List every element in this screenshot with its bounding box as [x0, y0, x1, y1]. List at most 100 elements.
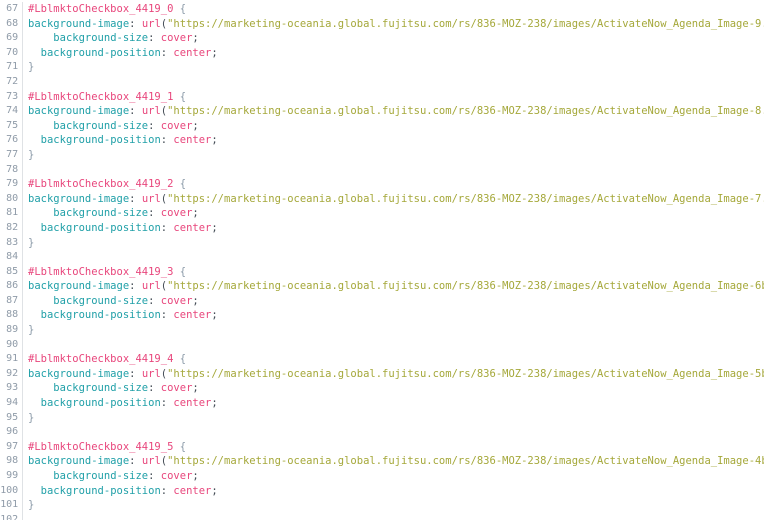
code-line-content[interactable]: } [23, 60, 764, 75]
code-line[interactable]: 78 [0, 162, 764, 178]
code-line-content[interactable]: } [23, 323, 764, 338]
code-line-content[interactable]: background-image: url("https://marketing… [23, 192, 764, 207]
line-number: 89 [6, 324, 18, 336]
code-token: background-size [53, 470, 149, 482]
line-number: 84 [6, 251, 18, 263]
code-line-content[interactable]: background-image: url("https://marketing… [23, 279, 764, 294]
code-line[interactable]: 88 background-position: center; [0, 308, 764, 324]
code-token: ; [211, 484, 218, 497]
code-line[interactable]: 74 background-image: url("https://marketi… [0, 104, 764, 119]
code-line[interactable]: 100 background-position: center; [0, 483, 764, 499]
code-token: { [179, 3, 187, 15]
code-line[interactable]: 87 background-size: cover; [0, 293, 764, 309]
code-line-content[interactable]: background-size: cover; [23, 31, 764, 46]
code-line-content[interactable]: background-image: url("https://marketing… [23, 367, 764, 382]
code-line-content[interactable]: } [23, 236, 764, 251]
code-line-content[interactable]: background-position: center; [23, 133, 764, 148]
code-line-content[interactable]: } [23, 148, 764, 163]
code-line[interactable]: 98 background-image: url("https://marketi… [0, 454, 764, 469]
code-line[interactable]: 80 background-image: url("https://marketi… [0, 191, 764, 207]
code-line[interactable]: 81 background-size: cover; [0, 206, 764, 221]
line-number: 82 [6, 221, 18, 233]
code-line-content[interactable]: background-image: url("https://marketing… [23, 17, 764, 32]
code-line-content[interactable]: background-size: cover; [23, 469, 764, 484]
code-line-content[interactable]: #LblmktoCheckbox_4419_2 { [23, 177, 764, 192]
code-line-content[interactable]: background-position: center; [23, 396, 764, 411]
code-line-content[interactable] [23, 250, 764, 265]
code-line-content[interactable]: } [23, 411, 764, 426]
code-line-content[interactable]: #LblmktoCheckbox_4419_3 { [23, 265, 764, 280]
line-number: 85 [6, 265, 18, 277]
code-line-content[interactable]: #LblmktoCheckbox_4419_1 { [23, 90, 764, 105]
code-line-content[interactable] [23, 75, 764, 90]
code-line[interactable]: 71} [0, 60, 764, 75]
code-line-content[interactable]: background-size: cover; [23, 381, 764, 396]
code-token: background-size [53, 32, 149, 45]
code-token: ; [211, 46, 218, 59]
code-line[interactable]: 84 [0, 250, 764, 265]
code-lines-container[interactable]: 67 #LblmktoCheckbox_4419_0 {68 background-… [0, 0, 764, 520]
css-code-editor[interactable]: 67 #LblmktoCheckbox_4419_0 {68 background-… [0, 0, 764, 520]
code-line-content[interactable]: background-position: center; [23, 221, 764, 236]
code-line[interactable]: 90 [0, 337, 764, 353]
code-line-content[interactable] [23, 163, 764, 178]
code-line[interactable]: 82 background-position: center; [0, 220, 764, 236]
code-line[interactable]: 76 background-position: center; [0, 133, 764, 148]
code-line[interactable]: 70 background-position: center; [0, 45, 764, 61]
line-number: 67 [6, 3, 18, 14]
code-line[interactable]: 86 background-image: url("https://marketi… [0, 279, 764, 294]
code-line[interactable]: 85 #LblmktoCheckbox_4419_3 { [0, 264, 764, 280]
code-token: ; [211, 309, 218, 322]
code-line[interactable]: 102 [0, 512, 764, 520]
line-number: 72 [6, 75, 18, 87]
code-line[interactable]: 97 #LblmktoCheckbox_4419_5 { [0, 439, 764, 455]
code-line[interactable]: 75 background-size: cover; [0, 118, 764, 134]
code-line-content[interactable]: background-position: center; [23, 46, 764, 61]
code-line-content[interactable] [23, 513, 764, 520]
code-line-content[interactable]: #LblmktoCheckbox_4419_4 { [23, 352, 764, 367]
code-token: ; [211, 397, 218, 410]
code-line[interactable]: 91 #LblmktoCheckbox_4419_4 { [0, 352, 764, 367]
code-token: "https://marketing-oceania.global.fujits… [167, 367, 764, 380]
code-token: { [179, 440, 187, 453]
code-token: url [141, 367, 161, 380]
code-token: cover [160, 294, 193, 307]
code-line[interactable]: 93 background-size: cover; [0, 381, 764, 397]
code-line[interactable]: 99 background-size: cover; [0, 469, 764, 484]
line-number: 102 [0, 513, 18, 520]
code-line-content[interactable]: background-position: center; [23, 484, 764, 499]
code-token: #LblmktoCheckbox_4419_2 [28, 178, 174, 191]
code-line-content[interactable] [23, 425, 764, 440]
code-token: background-position [40, 484, 161, 497]
code-line-content[interactable]: background-size: cover; [23, 206, 764, 221]
code-line-content[interactable]: background-position: center; [23, 308, 764, 323]
code-line-content[interactable]: background-image: url("https://marketing… [23, 104, 764, 119]
code-line[interactable]: 95} [0, 410, 764, 426]
code-line[interactable]: 94 background-position: center; [0, 396, 764, 411]
code-line[interactable]: 92 background-image: url("https://marketi… [0, 366, 764, 382]
code-token: cover [160, 382, 193, 395]
code-line[interactable]: 68 background-image: url("https://marketi… [0, 16, 764, 32]
code-line-content[interactable]: } [23, 498, 764, 513]
code-line-content[interactable]: #LblmktoCheckbox_4419_0 { [23, 2, 764, 17]
code-line-content[interactable]: background-size: cover; [23, 294, 764, 309]
code-line[interactable]: 101} [0, 498, 764, 513]
line-number: 93 [6, 382, 18, 394]
code-line[interactable]: 77} [0, 147, 764, 163]
code-line[interactable]: 73 #LblmktoCheckbox_4419_1 { [0, 89, 764, 105]
code-line-content[interactable] [23, 338, 764, 353]
code-line[interactable]: 69 background-size: cover; [0, 31, 764, 46]
code-line[interactable]: 67 #LblmktoCheckbox_4419_0 { [0, 2, 764, 17]
code-line-content[interactable]: #LblmktoCheckbox_4419_5 { [23, 440, 764, 455]
code-token: #LblmktoCheckbox_4419_5 [28, 440, 174, 453]
code-line[interactable]: 72 [0, 74, 764, 90]
code-line[interactable]: 79 #LblmktoCheckbox_4419_2 { [0, 177, 764, 192]
code-line[interactable]: 96 [0, 425, 764, 440]
code-line[interactable]: 89} [0, 323, 764, 338]
code-token: #LblmktoCheckbox_4419_0 [28, 3, 174, 15]
code-token: } [28, 499, 35, 512]
code-line-content[interactable]: background-size: cover; [23, 119, 764, 134]
code-line-content[interactable]: background-image: url("https://marketing… [23, 454, 764, 469]
code-line[interactable]: 83} [0, 235, 764, 251]
